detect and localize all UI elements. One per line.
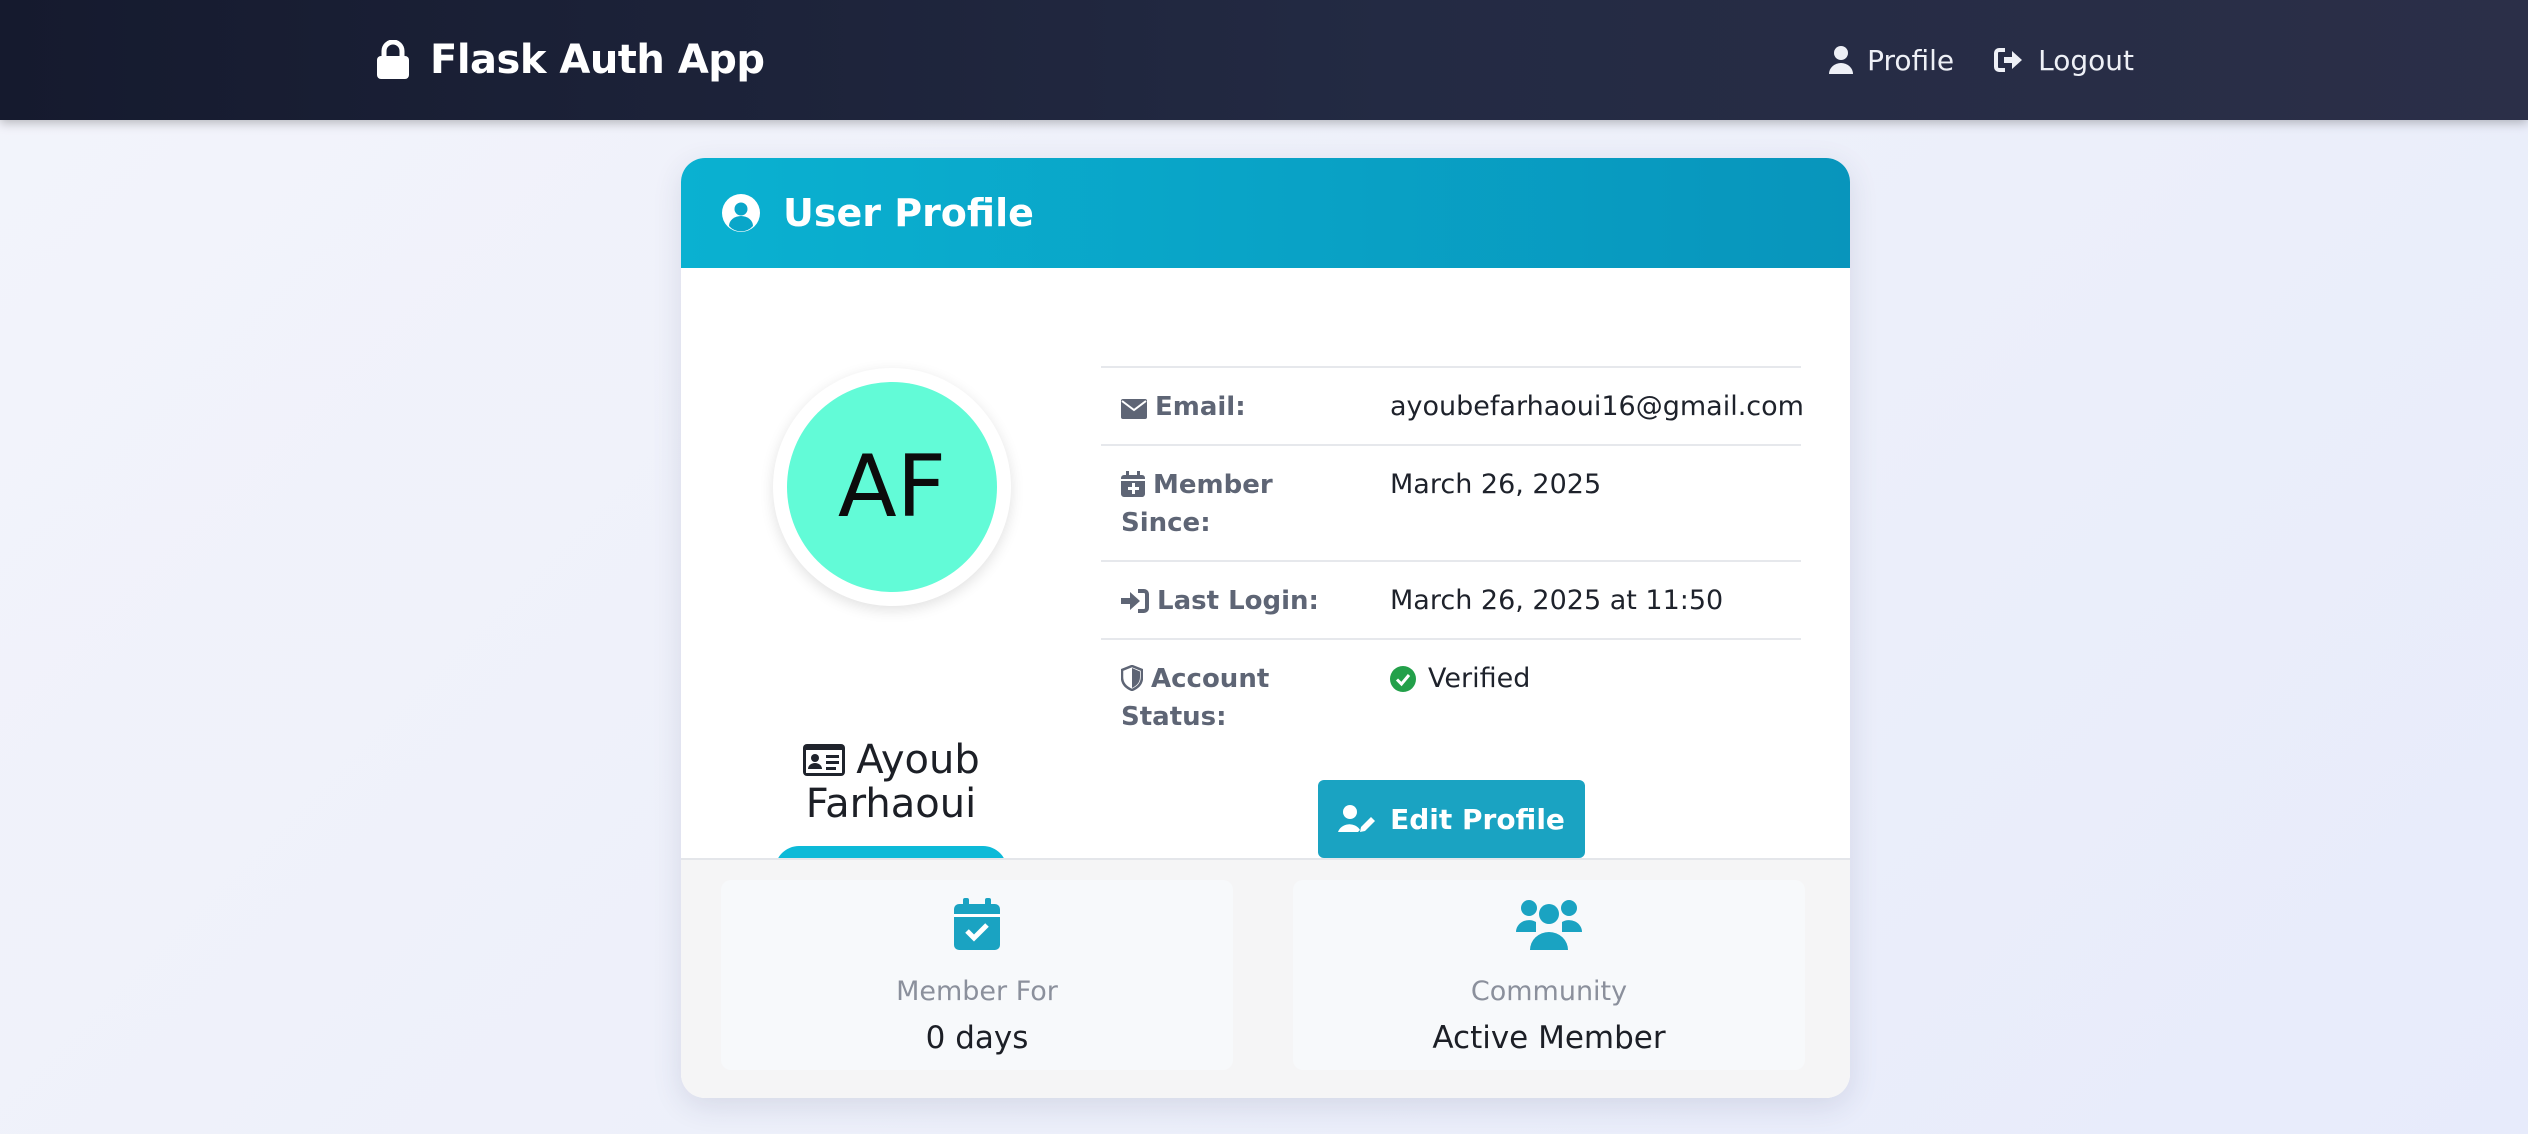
info-row-last-login: Last Login: March 26, 2025 at 11:50	[1101, 560, 1801, 638]
info-value-last-login: March 26, 2025 at 11:50	[1390, 585, 1724, 616]
profile-card: User Profile AF Ayoub Farhaoui Active Me…	[681, 158, 1850, 1098]
user-edit-icon	[1338, 805, 1376, 832]
info-table: Email: ayoubefarhaoui16@gmail.com Member…	[1101, 366, 1804, 754]
card-header: User Profile	[681, 158, 1850, 268]
edit-profile-button[interactable]: Edit Profile	[1318, 780, 1585, 858]
info-label-email: Email:	[1121, 388, 1361, 426]
sign-out-icon	[1994, 48, 2023, 72]
user-circle-icon	[722, 194, 760, 232]
stat-community-label: Community	[1470, 976, 1628, 1007]
brand-title: Flask Auth App	[430, 37, 765, 83]
card-title: User Profile	[783, 191, 1034, 235]
calendar-check-icon	[954, 898, 1000, 950]
shield-icon	[1120, 664, 1144, 692]
navbar: Flask Auth App Profile Logout	[0, 0, 2528, 120]
info-value-account-status: Verified	[1390, 660, 1530, 698]
users-icon	[1516, 900, 1582, 950]
brand-link[interactable]: Flask Auth App	[376, 30, 765, 90]
info-label-member-since: Member Since:	[1121, 466, 1361, 542]
user-icon	[1829, 46, 1854, 74]
envelope-icon	[1121, 399, 1147, 419]
sign-in-icon	[1121, 589, 1149, 613]
check-circle-icon	[1390, 666, 1416, 692]
lock-icon	[377, 40, 409, 79]
info-value-email: ayoubefarhaoui16@gmail.com	[1390, 391, 1804, 422]
info-label-last-login: Last Login:	[1121, 582, 1361, 620]
info-label-email-text: Email:	[1155, 392, 1246, 422]
info-label-last-login-text: Last Login:	[1157, 586, 1319, 616]
nav-profile-link[interactable]: Profile	[1829, 44, 1954, 77]
info-row-email: Email: ayoubefarhaoui16@gmail.com	[1101, 366, 1804, 444]
stat-member-for: Member For 0 days	[721, 880, 1233, 1070]
avatar-initials: AF	[837, 437, 947, 537]
avatar: AF	[787, 382, 997, 592]
verified-text: Verified	[1428, 663, 1531, 694]
nav-logout-link[interactable]: Logout	[1994, 44, 2134, 77]
info-value-member-since: March 26, 2025	[1390, 469, 1602, 500]
stat-community-value: Active Member	[1432, 1020, 1666, 1056]
edit-profile-label: Edit Profile	[1390, 802, 1565, 836]
id-card-icon	[803, 744, 846, 776]
stat-member-for-label: Member For	[896, 976, 1058, 1007]
nav-logout-label: Logout	[2038, 43, 2134, 77]
nav-links: Profile Logout	[1829, 30, 2134, 90]
stat-member-for-value: 0 days	[925, 1020, 1029, 1056]
nav-profile-label: Profile	[1867, 43, 1955, 77]
stat-community: Community Active Member	[1293, 880, 1805, 1070]
calendar-plus-icon	[1121, 471, 1145, 497]
info-row-account-status: Account Status: Verified	[1101, 638, 1801, 754]
info-label-account-status: Account Status:	[1120, 660, 1361, 736]
info-row-member-since: Member Since: March 26, 2025	[1101, 444, 1801, 560]
info-label-account-status-text: Account Status:	[1121, 664, 1270, 732]
user-name: Ayoub Farhaoui	[741, 738, 1041, 826]
